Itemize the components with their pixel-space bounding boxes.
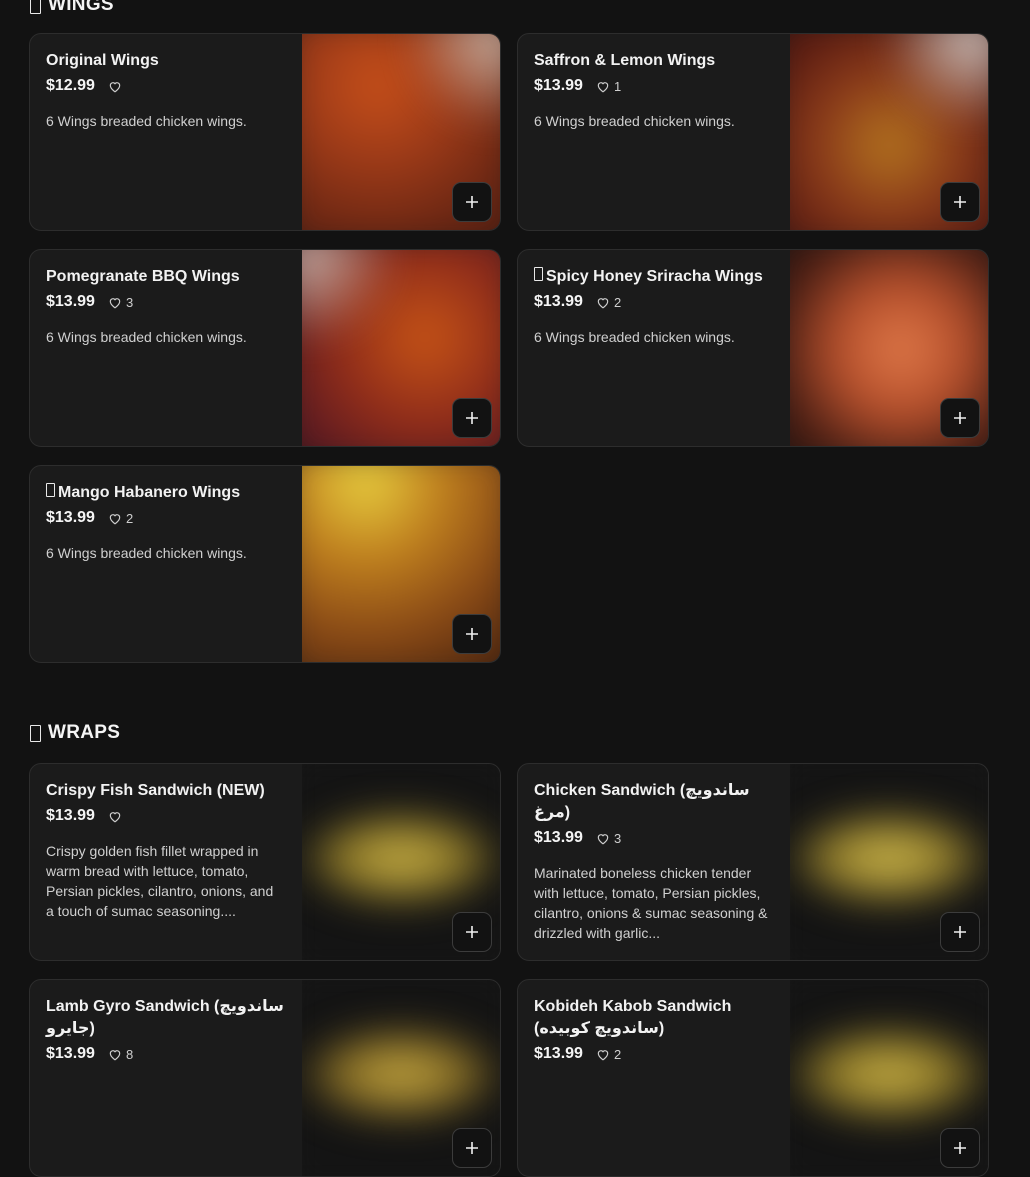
plus-icon [466,628,478,640]
item-description: Marinated boneless chicken tender with l… [534,865,768,941]
plus-icon [954,1142,966,1154]
item-description: 6 Wings breaded chicken wings. [46,329,247,345]
like-button[interactable]: 1 [596,79,621,94]
menu-item-card[interactable]: Chicken Sandwich (ساندویچ مرغ) $13.99 3 … [517,763,989,961]
plus-icon [466,926,478,938]
add-to-cart-button[interactable] [452,398,492,438]
like-count: 2 [125,510,134,526]
like-button[interactable]: 3 [108,295,133,310]
menu-item-card[interactable]: Lamb Gyro Sandwich (ساندویچ جایرو) $13.9… [29,979,501,1177]
menu-item-card[interactable]: Crispy Fish Sandwich (NEW) $13.99 Crispy… [29,763,501,961]
like-button[interactable] [108,810,126,823]
heart-icon [109,81,121,92]
menu-item-card[interactable]: Saffron & Lemon Wings $13.99 1 6 Wings b… [517,33,989,231]
item-name: Spicy Honey Sriracha Wings [534,266,774,288]
item-price: $13.99 [46,1045,95,1062]
plus-icon [466,1142,478,1154]
heart-icon [109,1049,121,1060]
item-description: 6 Wings breaded chicken wings. [534,329,735,345]
menu-item-card[interactable]: Mango Habanero Wings $13.99 2 6 Wings br… [29,465,501,663]
item-name: Crispy Fish Sandwich (NEW) [46,782,265,799]
item-name: Lamb Gyro Sandwich (ساندویچ جایرو) [46,998,284,1037]
item-price: $13.99 [534,1045,583,1062]
add-to-cart-button[interactable] [940,912,980,952]
plus-icon [466,412,478,424]
emoji-icon [30,724,41,742]
item-price: $13.99 [534,829,583,846]
like-count: 2 [613,294,622,310]
menu-item-card[interactable]: Spicy Honey Sriracha Wings $13.99 2 6 Wi… [517,249,989,447]
plus-icon [954,412,966,424]
item-price: $13.99 [534,293,583,310]
like-button[interactable]: 2 [596,1047,621,1062]
like-count: 1 [613,78,622,94]
like-count: 2 [613,1046,622,1062]
emoji-icon [30,0,41,14]
add-to-cart-button[interactable] [452,182,492,222]
heart-icon [597,81,609,92]
item-description: 6 Wings breaded chicken wings. [46,113,247,129]
plus-icon [954,926,966,938]
item-name: Chicken Sandwich (ساندویچ مرغ) [534,782,750,821]
menu-item-card[interactable]: Pomegranate BBQ Wings $13.99 3 6 Wings b… [29,249,501,447]
like-count: 3 [613,830,622,846]
item-description: 6 Wings breaded chicken wings. [46,545,247,561]
item-name: Kobideh Kabob Sandwich (ساندویچ کوبیده) [534,998,732,1037]
menu-item-card[interactable]: Kobideh Kabob Sandwich (ساندویچ کوبیده) … [517,979,989,1177]
heart-icon [109,297,121,308]
item-description: Crispy golden fish fillet wrapped in war… [46,843,274,919]
add-to-cart-button[interactable] [452,1128,492,1168]
add-to-cart-button[interactable] [452,614,492,654]
like-count: 3 [125,294,134,310]
heart-icon [597,1049,609,1060]
heart-icon [109,513,121,524]
item-price: $13.99 [46,807,95,824]
add-to-cart-button[interactable] [452,912,492,952]
section-title-wraps: WRAPS [30,722,120,744]
like-button[interactable]: 2 [108,511,133,526]
menu-item-card[interactable]: Original Wings $12.99 6 Wings breaded ch… [29,33,501,231]
emoji-icon [534,267,543,281]
add-to-cart-button[interactable] [940,1128,980,1168]
item-price: $12.99 [46,77,95,94]
item-price: $13.99 [46,509,95,526]
like-button[interactable]: 2 [596,295,621,310]
plus-icon [954,196,966,208]
add-to-cart-button[interactable] [940,182,980,222]
add-to-cart-button[interactable] [940,398,980,438]
like-count: 8 [125,1046,134,1062]
heart-icon [109,811,121,822]
section-title-wings: WINGS [30,0,114,16]
item-name: Original Wings [46,52,159,69]
item-description: 6 Wings breaded chicken wings. [534,113,735,129]
emoji-icon [46,483,55,497]
item-price: $13.99 [46,293,95,310]
item-name: Saffron & Lemon Wings [534,52,716,69]
item-price: $13.99 [534,77,583,94]
heart-icon [597,833,609,844]
plus-icon [466,196,478,208]
item-name: Pomegranate BBQ Wings [46,268,240,285]
item-name: Mango Habanero Wings [46,482,286,504]
like-button[interactable] [108,80,126,93]
like-button[interactable]: 8 [108,1047,133,1062]
heart-icon [597,297,609,308]
like-button[interactable]: 3 [596,831,621,846]
